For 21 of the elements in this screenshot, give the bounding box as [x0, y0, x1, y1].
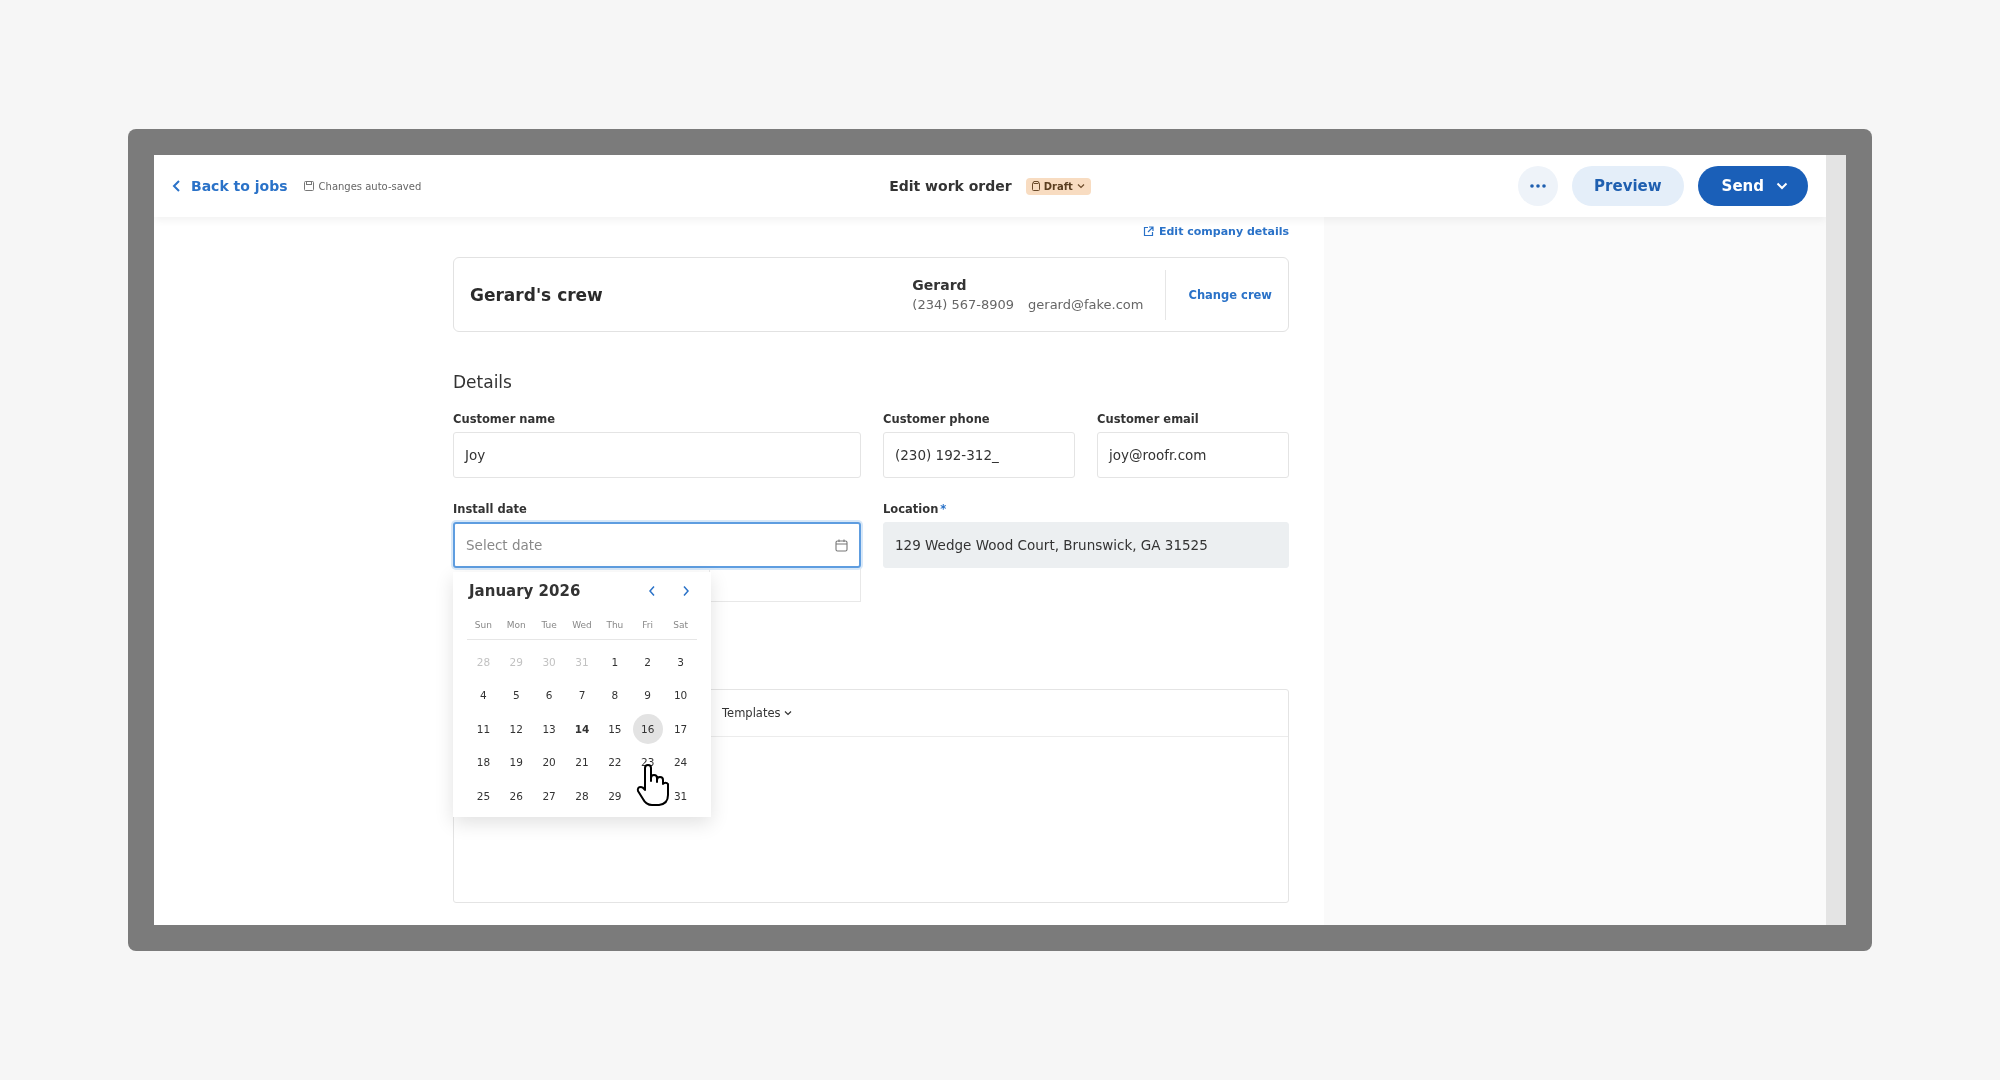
contact-name: Gerard [912, 277, 968, 293]
field-label: Customer email [1097, 412, 1200, 426]
weekday-label: Wed [571, 619, 593, 630]
field-label: Install date [453, 502, 528, 516]
autosave-status: Changes auto-saved [318, 180, 422, 192]
weekday-label: Tue [540, 619, 558, 630]
weekday-label: Mon [505, 619, 527, 630]
field-label: Location * [883, 502, 948, 516]
weekday-label: Thu [605, 619, 625, 630]
field-label: Customer name [453, 412, 557, 426]
weekday-label: Sun [473, 619, 493, 630]
month-label: January 2026 [469, 582, 581, 600]
required-mark: * [940, 502, 947, 516]
contact-phone: (234) 567-8909 [912, 297, 1015, 312]
field-label: Customer phone [883, 412, 991, 426]
weekday-label: Sat [672, 619, 689, 630]
weekday-label: Fri [641, 619, 655, 630]
page-title: Edit work order [889, 178, 1012, 194]
section-heading: Details [453, 372, 513, 392]
crew-name: Gerard's crew [470, 284, 604, 305]
contact-email: gerard@fake.com [1028, 297, 1144, 312]
